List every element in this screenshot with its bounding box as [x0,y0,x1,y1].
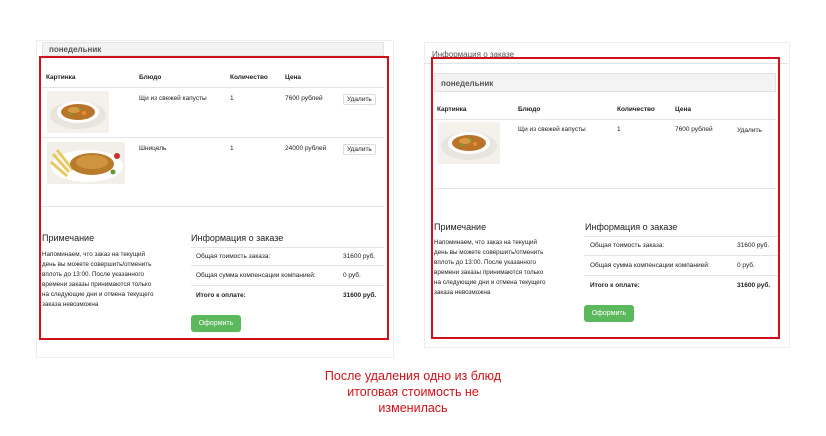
left-highlight-box [39,56,389,340]
left-day-header: понедельник [42,42,384,56]
caption-line: итоговая стоимость не [347,385,479,399]
caption-line: После удаления одно из блюд [324,369,502,383]
caption-line: изменилась [378,401,448,415]
right-highlight-box [431,57,780,339]
